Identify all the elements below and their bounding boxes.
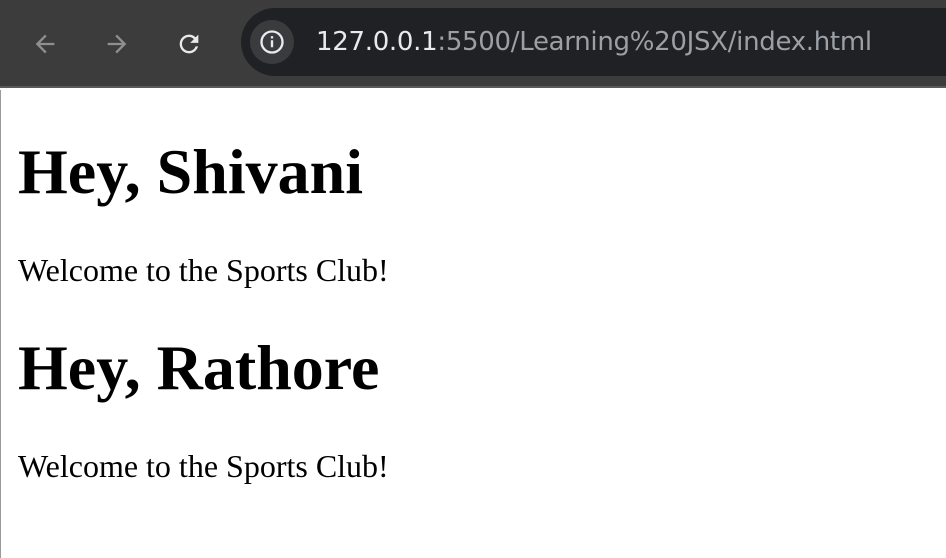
page-content: Hey, Shivani Welcome to the Sports Club!…	[0, 90, 946, 558]
greeting-heading: Hey, Shivani	[18, 136, 363, 207]
url-text[interactable]: 127.0.0.1:5500/Learning%20JSX/index.html	[316, 8, 872, 76]
greeting-heading: Hey, Rathore	[18, 332, 380, 403]
reload-icon	[179, 34, 199, 54]
arrow-left-icon	[35, 34, 55, 54]
info-icon	[260, 30, 284, 54]
url-host: 127.0.0.1	[316, 27, 438, 57]
back-button[interactable]	[23, 22, 67, 66]
site-info-button[interactable]	[250, 20, 294, 64]
welcome-message: Welcome to the Sports Club!	[18, 252, 389, 288]
arrow-right-icon	[107, 34, 127, 54]
address-bar[interactable]: 127.0.0.1:5500/Learning%20JSX/index.html	[241, 8, 946, 76]
reload-button[interactable]	[167, 22, 211, 66]
browser-toolbar: 127.0.0.1:5500/Learning%20JSX/index.html	[0, 0, 946, 88]
welcome-message: Welcome to the Sports Club!	[18, 448, 389, 484]
url-path: :5500/Learning%20JSX/index.html	[437, 27, 872, 57]
forward-button[interactable]	[95, 22, 139, 66]
